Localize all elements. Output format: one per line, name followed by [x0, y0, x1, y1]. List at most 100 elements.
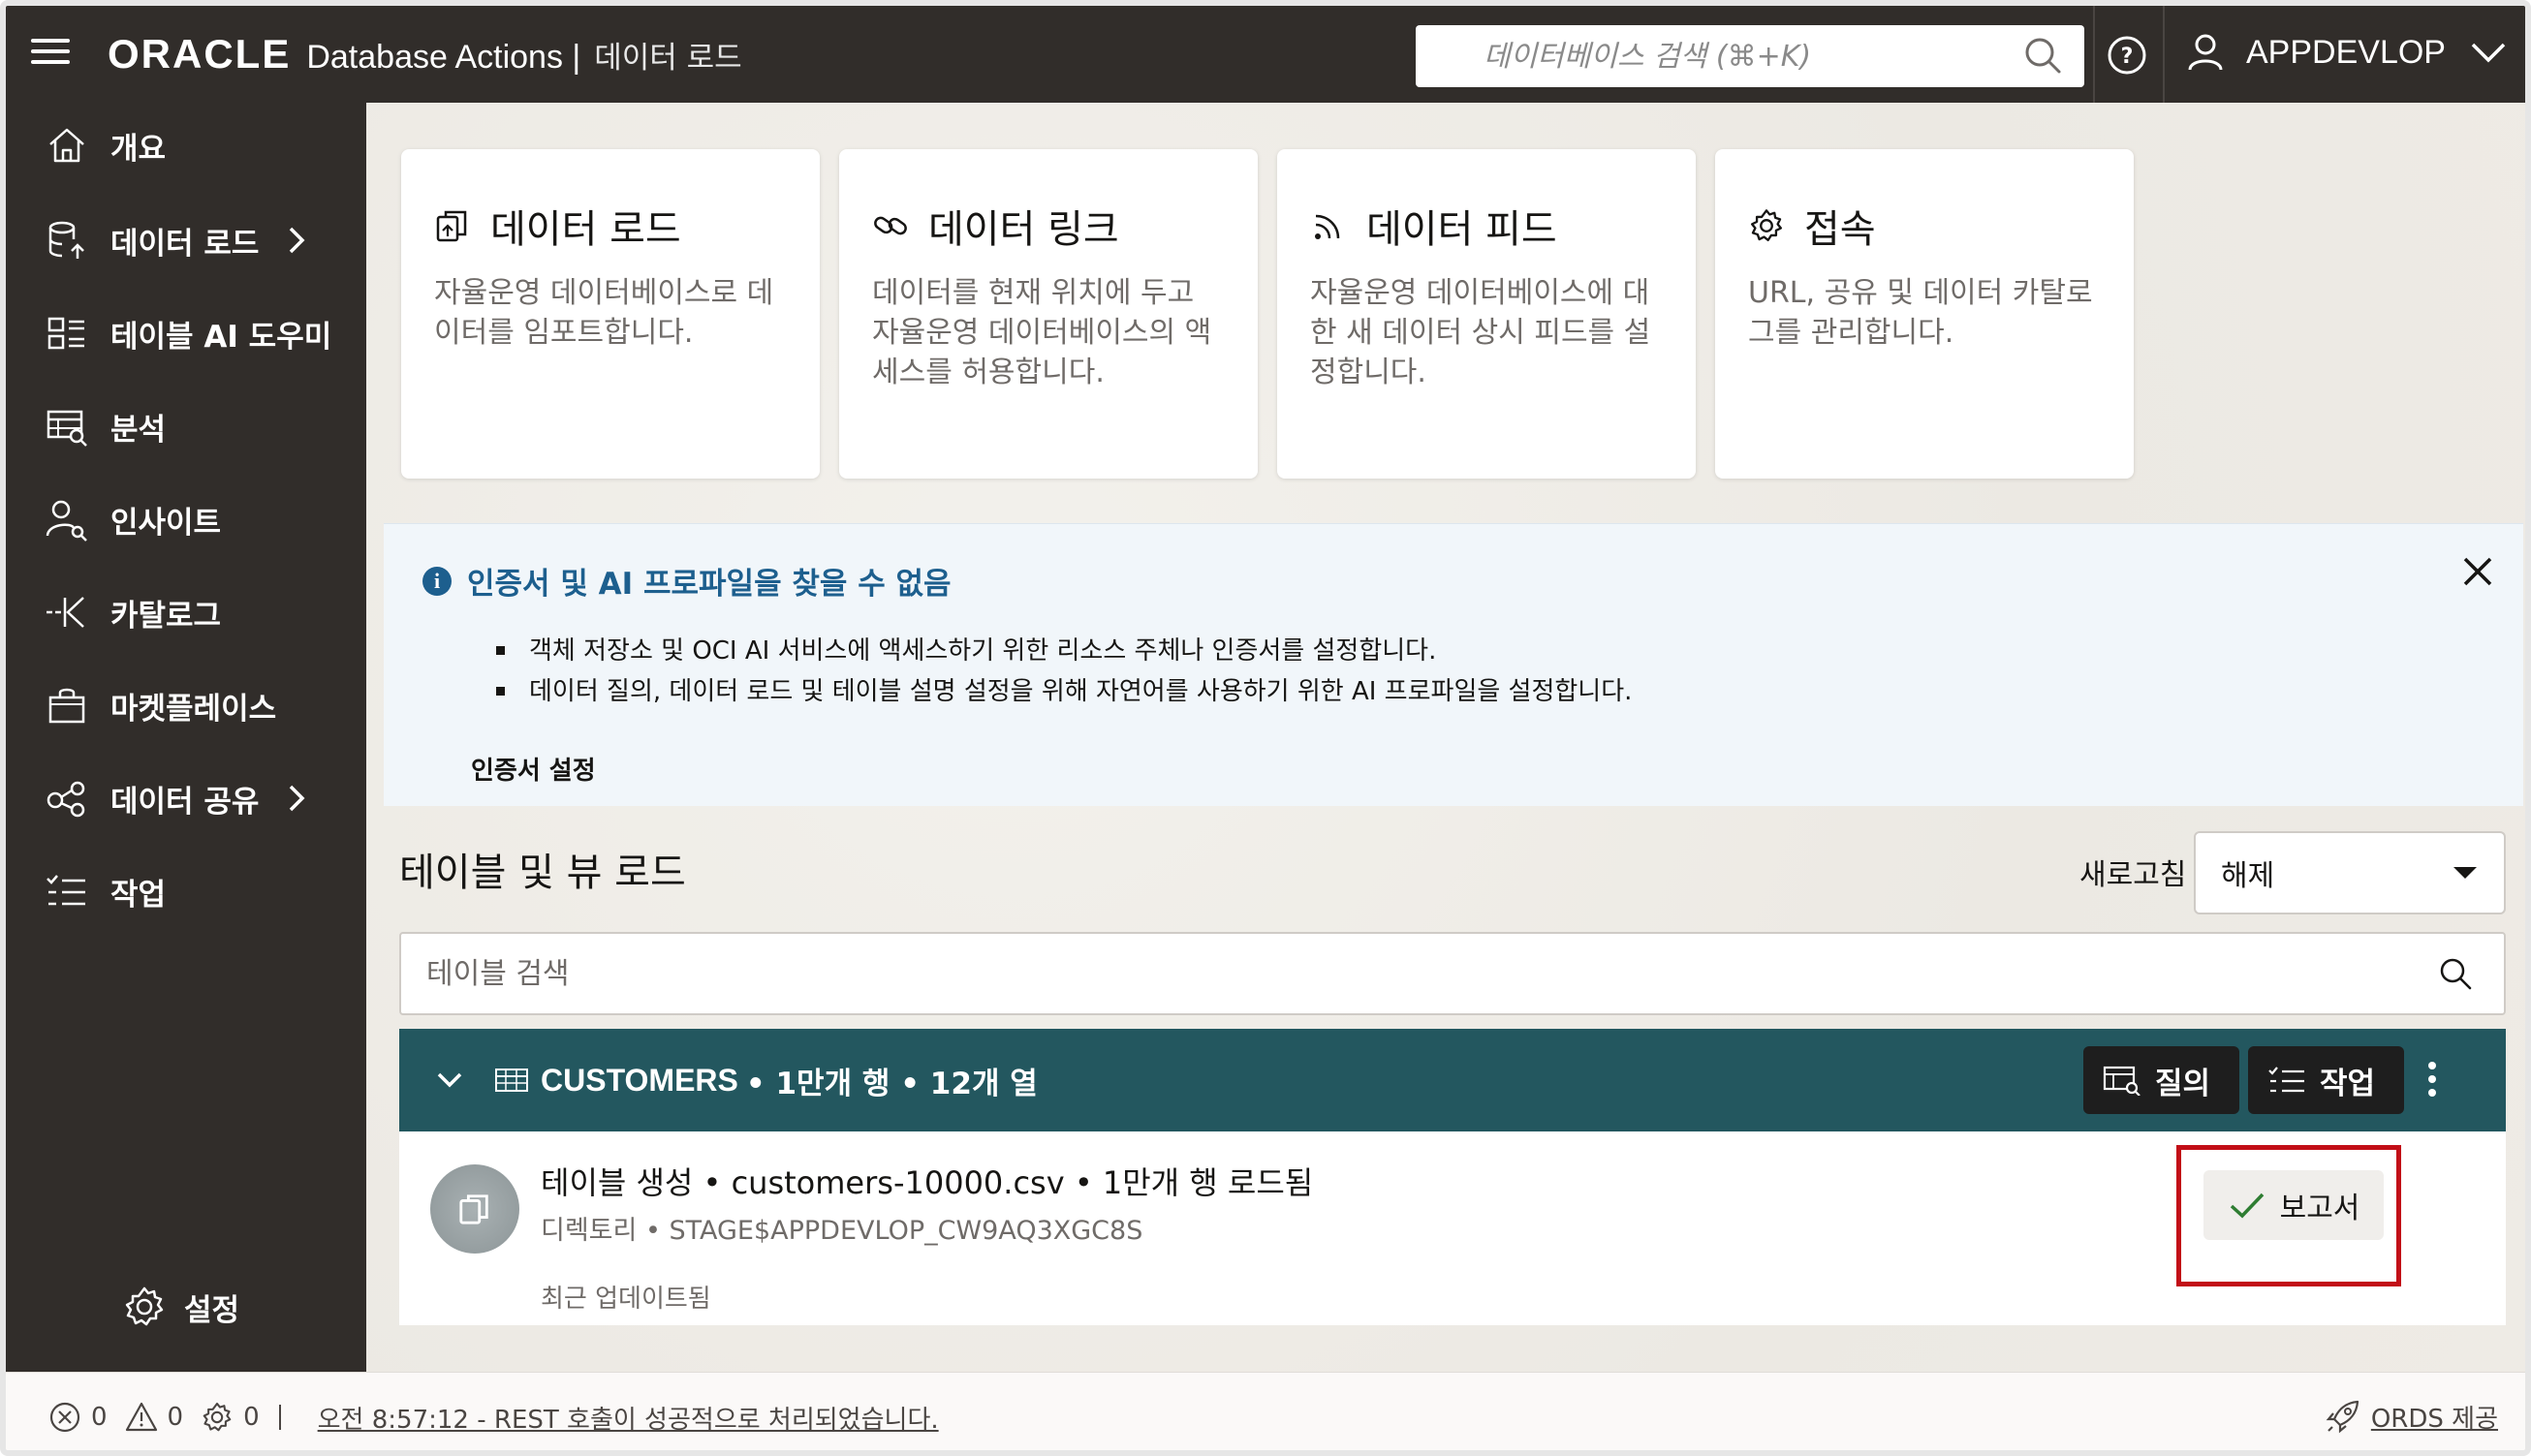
database-search	[1416, 25, 2084, 87]
card-title: 접속	[1804, 207, 1876, 252]
card-title: 데이터 로드	[490, 207, 681, 252]
close-icon[interactable]	[2459, 553, 2496, 590]
page-title: 데이터 로드	[594, 41, 742, 76]
table-list-icon	[47, 317, 84, 350]
warning-icon[interactable]	[125, 1401, 158, 1434]
sidebar-item-table-ai-assistant[interactable]: 테이블 AI 도우미	[45, 304, 331, 362]
caret-down-icon	[2453, 867, 2477, 879]
refresh-label: 새로고침	[2079, 858, 2187, 892]
search-icon[interactable]	[2018, 31, 2069, 81]
refresh-value: 해제	[2221, 859, 2275, 893]
info-title-text: 인증서 및 AI 프로파일을 찾을 수 없음	[467, 567, 952, 602]
top-header: ORACLE Database Actions | 데이터 로드 ? APPDE…	[6, 6, 2525, 103]
svg-text:?: ?	[2121, 45, 2134, 69]
card-description: 자율운영 데이터베이스로 데이터를 임포트합니다.	[434, 276, 774, 350]
table-search	[399, 932, 2506, 1015]
chevron-right-icon	[290, 785, 305, 812]
card-data-feed[interactable]: 데이터 피드 자율운영 데이터베이스에 대한 새 데이터 상시 피드를 설정합니…	[1277, 149, 1696, 479]
shopping-bag-icon	[48, 688, 85, 724]
card-description: 데이터를 현재 위치에 두고 자율운영 데이터베이스의 액세스를 허용합니다.	[872, 276, 1212, 389]
sidebar-item-label: 분석	[110, 412, 167, 448]
job-directory: 디렉토리 • STAGE$APPDEVLOP_CW9AQ3XGC8S	[541, 1216, 1143, 1246]
list-item: 데이터 질의, 데이터 로드 및 테이블 설명 설정을 위해 자연어를 사용하기…	[495, 671, 1632, 712]
table-meta: • 1만개 행 • 12개 열	[745, 1066, 1038, 1101]
check-icon	[2230, 1193, 2264, 1219]
sidebar-item-label: 마켓플레이스	[110, 691, 277, 727]
chevron-down-icon	[2471, 43, 2506, 63]
table-load-header: CUSTOMERS • 1만개 행 • 12개 열 질의 작업	[399, 1029, 2506, 1131]
report-label: 보고서	[2279, 1192, 2360, 1225]
sidebar-item-overview[interactable]: 개요	[45, 116, 166, 174]
gear-icon	[125, 1286, 164, 1326]
sidebar-item-analysis[interactable]: 분석	[45, 397, 166, 455]
info-icon: i	[422, 566, 452, 596]
settings-button[interactable]: 설정	[122, 1285, 239, 1329]
more-actions-icon[interactable]	[2428, 1062, 2438, 1100]
header-divider	[2093, 6, 2095, 103]
sidebar-item-jobs[interactable]: 작업	[45, 862, 166, 920]
data-load-icon	[436, 210, 467, 242]
status-bar: 0 0 0 오전 8:57:12 - REST 호출이 성공적으로 처리되었습니…	[6, 1372, 2525, 1450]
job-title: 테이블 생성 • customers-10000.csv • 1만개 행 로드됨	[541, 1164, 1314, 1201]
table-search-icon	[2103, 1066, 2140, 1096]
error-icon[interactable]	[48, 1401, 81, 1434]
table-search-input[interactable]	[401, 934, 2436, 1013]
user-name: APPDEVLOP	[2246, 33, 2446, 71]
sidebar-item-data-share[interactable]: 데이터 공유	[45, 769, 309, 827]
card-data-load[interactable]: 데이터 로드 자율운영 데이터베이스로 데이터를 임포트합니다.	[401, 149, 820, 479]
task-count: 0	[243, 1403, 260, 1432]
hamburger-menu-icon[interactable]	[31, 39, 70, 70]
status-divider	[278, 1405, 281, 1430]
search-icon[interactable]	[2436, 954, 2475, 993]
error-count: 0	[91, 1403, 108, 1432]
query-label: 질의	[2155, 1066, 2211, 1101]
sidebar-item-insights[interactable]: 인사이트	[45, 490, 221, 548]
info-title: i 인증서 및 AI 프로파일을 찾을 수 없음	[422, 559, 952, 603]
database-search-input[interactable]	[1416, 25, 2018, 87]
sidebar-item-label: 인사이트	[110, 505, 222, 541]
share-icon	[47, 781, 85, 818]
sidebar-item-marketplace[interactable]: 마켓플레이스	[45, 676, 276, 734]
ords-link[interactable]: ORDS 제공	[2325, 1398, 2498, 1435]
warning-count: 0	[167, 1403, 184, 1432]
database-upload-icon	[48, 221, 84, 259]
oracle-logo: ORACLE	[108, 31, 292, 77]
jobs-button[interactable]: 작업	[2248, 1046, 2405, 1114]
sidebar-item-label: 개요	[110, 131, 167, 167]
sidebar-item-catalog[interactable]: 카탈로그	[45, 583, 221, 641]
brand: ORACLE Database Actions | 데이터 로드	[108, 31, 742, 77]
settings-label: 설정	[184, 1292, 240, 1328]
card-title: 데이터 피드	[1366, 207, 1557, 252]
main-content: 데이터 로드 자율운영 데이터베이스로 데이터를 임포트합니다. 데이터 링크 …	[366, 103, 2525, 1372]
status-message[interactable]: 오전 8:57:12 - REST 호출이 성공적으로 처리되었습니다.	[318, 1400, 939, 1436]
gear-icon[interactable]	[201, 1401, 234, 1434]
help-icon[interactable]: ?	[2107, 35, 2147, 76]
sidebar-item-label: 테이블 AI 도우미	[110, 319, 332, 355]
status-counters: 0 0 0	[48, 1401, 298, 1434]
section-title: 테이블 및 뷰 로드	[399, 851, 686, 895]
sidebar-item-data-load[interactable]: 데이터 로드	[45, 211, 309, 269]
card-connections[interactable]: 접속 URL, 공유 및 데이터 카탈로그를 관리합니다.	[1715, 149, 2134, 479]
card-description: URL, 공유 및 데이터 카탈로그를 관리합니다.	[1748, 276, 2093, 350]
job-avatar	[430, 1164, 519, 1254]
chevron-down-icon[interactable]	[434, 1065, 465, 1096]
refresh-select[interactable]: 해제	[2194, 831, 2506, 914]
setup-credentials-link[interactable]: 인증서 설정	[471, 751, 596, 787]
data-load-icon	[459, 1194, 488, 1224]
person-search-icon	[46, 500, 87, 542]
job-entry: 테이블 생성 • customers-10000.csv • 1만개 행 로드됨…	[399, 1131, 2506, 1325]
list-item: 객체 저장소 및 OCI AI 서비스에 액세스하기 위한 리소스 주체나 인증…	[495, 631, 1632, 671]
table-icon	[495, 1069, 528, 1092]
tasks-list-icon	[47, 875, 85, 906]
sidebar-item-label: 작업	[110, 877, 167, 913]
sidebar-item-label: 카탈로그	[110, 598, 222, 634]
ords-label: ORDS 제공	[2370, 1404, 2498, 1434]
user-menu[interactable]: APPDEVLOP	[2184, 31, 2508, 74]
query-button[interactable]: 질의	[2083, 1046, 2240, 1114]
card-data-link[interactable]: 데이터 링크 데이터를 현재 위치에 두고 자율운영 데이터베이스의 액세스를 …	[839, 149, 1258, 479]
catalog-icon	[47, 597, 84, 628]
link-icon	[874, 216, 907, 235]
card-title: 데이터 링크	[928, 207, 1119, 252]
report-button[interactable]: 보고서	[2203, 1170, 2384, 1240]
sidebar: 개요 데이터 로드 테이블 AI 도우미 분석 인사이트 카탈로그 마켓플레이스	[6, 103, 366, 1450]
